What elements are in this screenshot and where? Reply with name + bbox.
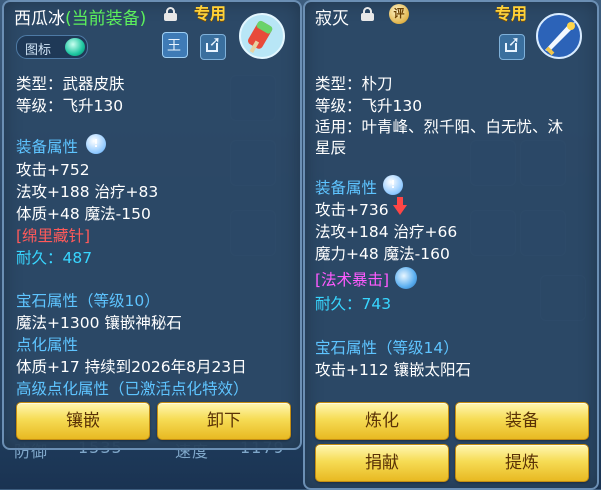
- king-icon[interactable]: [162, 32, 188, 58]
- info-icon[interactable]: !: [86, 134, 106, 154]
- equipped-item-tooltip: 西瓜冰(当前装备) 专用 图标 类型：武器皮肤 等级：飞升130 装备属性 ! …: [2, 0, 302, 450]
- lock-icon[interactable]: [164, 7, 177, 21]
- refresh-icon[interactable]: [395, 267, 417, 289]
- share-icon[interactable]: [499, 34, 525, 60]
- mag-mp-line: 魔力+48 魔法-160: [315, 245, 450, 263]
- mattack-heal-line: 法攻+188 治疗+83: [16, 183, 159, 201]
- durability-line: 耐久：487: [16, 246, 92, 268]
- lock-icon[interactable]: [361, 7, 374, 21]
- equipped-tag: (当前装备): [65, 9, 147, 29]
- durability-value: 487: [62, 249, 93, 267]
- durability-line: 耐久：743: [315, 292, 391, 314]
- mattack-heal-line: 法攻+184 治疗+66: [315, 223, 458, 241]
- unequip-button[interactable]: 卸下: [157, 402, 291, 440]
- exclusive-tag: 专用: [495, 4, 528, 23]
- durability-label: 耐久：: [16, 249, 63, 267]
- share-icon[interactable]: [200, 34, 226, 60]
- item-name: 西瓜冰: [14, 9, 65, 29]
- equip-button[interactable]: 装备: [455, 402, 589, 440]
- special-effect: [法术暴击]: [315, 271, 390, 289]
- blade-icon: [536, 13, 582, 59]
- gem-attr-header: 宝石属性（等级14）: [315, 339, 459, 357]
- donate-button[interactable]: 捐献: [315, 444, 449, 482]
- type-line: 类型：武器皮肤: [16, 75, 125, 93]
- rating-badge[interactable]: 评: [389, 4, 409, 24]
- icon-toggle-label: 图标: [25, 43, 52, 58]
- type-line: 类型：朴刀: [315, 75, 393, 93]
- compare-item-tooltip: 寂灭 评 专用 类型：朴刀 等级：飞升130 适用：叶青峰、烈千阳、白无忧、沐 …: [303, 0, 599, 490]
- level-line: 等级：飞升130: [315, 97, 423, 115]
- special-effect: [绵里藏针]: [16, 227, 91, 245]
- durability-value: 743: [361, 295, 392, 313]
- level-line: 等级：飞升130: [16, 97, 124, 115]
- watermelon-skin-icon: [239, 13, 285, 59]
- con-mp-line: 体质+48 魔法-150: [16, 205, 151, 223]
- refine-attr-header: 点化属性: [16, 336, 79, 354]
- item-title: 西瓜冰(当前装备): [14, 4, 146, 29]
- durability-label: 耐久：: [315, 295, 362, 313]
- adv-refine-header: 高级点化属性（已激活点化特效）: [16, 380, 249, 398]
- gem-line: 魔法+1300 镶嵌神秘石: [16, 314, 182, 332]
- icon-toggle[interactable]: 图标: [16, 35, 88, 59]
- exclusive-tag: 专用: [194, 4, 227, 23]
- suit-line-2: 星辰: [315, 139, 347, 157]
- inlay-button[interactable]: 镶嵌: [16, 402, 150, 440]
- equip-attr-header: 装备属性: [315, 179, 378, 197]
- info-icon[interactable]: !: [383, 175, 403, 195]
- suit-line: 适用：叶青峰、烈千阳、白无忧、沐: [315, 118, 564, 136]
- item-title: 寂灭: [315, 9, 349, 29]
- gem-icon: [65, 38, 85, 56]
- refine-line: 体质+17 持续到2026年8月23日: [16, 358, 247, 376]
- refine-button[interactable]: 炼化: [315, 402, 449, 440]
- purify-button[interactable]: 提炼: [455, 444, 589, 482]
- gem-line: 攻击+112 镶嵌太阳石: [315, 361, 471, 379]
- equip-attr-header: 装备属性: [16, 138, 79, 156]
- attack-line: 攻击+736: [315, 201, 389, 219]
- attack-line: 攻击+752: [16, 161, 90, 179]
- arrow-down-icon: [393, 197, 407, 215]
- gem-attr-header: 宝石属性（等级10）: [16, 292, 160, 310]
